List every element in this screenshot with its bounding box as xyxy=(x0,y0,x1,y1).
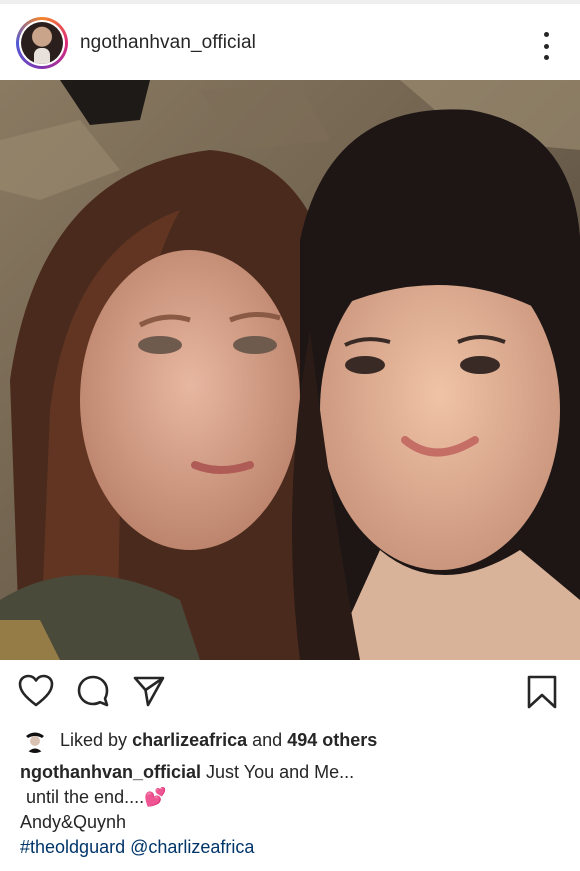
likes-joiner: and xyxy=(252,729,283,750)
action-bar xyxy=(0,660,580,724)
two-hearts-emoji: 💕 xyxy=(144,787,167,807)
likes-summary[interactable]: Liked by charlizeafrica and 494 others xyxy=(22,727,377,753)
avatar-image xyxy=(21,22,63,64)
avatar[interactable] xyxy=(16,17,68,69)
post-photo[interactable] xyxy=(0,80,580,660)
post-username[interactable]: ngothanhvan_official xyxy=(80,32,256,54)
caption-line-2: until the end.... xyxy=(26,787,145,807)
mention-link[interactable]: @charlizeafrica xyxy=(130,837,254,857)
more-options-icon[interactable] xyxy=(538,32,554,60)
caption-author[interactable]: ngothanhvan_official xyxy=(20,762,201,782)
likes-prefix: Liked by xyxy=(60,729,128,750)
top-divider xyxy=(0,0,580,4)
liker-username[interactable]: charlizeafrica xyxy=(132,730,247,750)
likes-others-count[interactable]: 494 others xyxy=(287,730,377,750)
caption-line-1: Just You and Me... xyxy=(206,762,355,782)
comment-bubble-icon[interactable] xyxy=(76,674,110,708)
post-header: ngothanhvan_official xyxy=(0,6,580,80)
post-caption: ngothanhvan_official Just You and Me... … xyxy=(20,760,560,860)
heart-outline-icon[interactable] xyxy=(18,674,54,708)
hashtag-link[interactable]: #theoldguard xyxy=(20,837,125,857)
paper-plane-icon[interactable] xyxy=(132,674,166,708)
liker-avatar-icon xyxy=(22,727,48,753)
bookmark-icon[interactable] xyxy=(526,674,558,710)
caption-line-3: Andy&Quynh xyxy=(20,812,127,832)
selfie-photo-illustration xyxy=(0,80,580,660)
